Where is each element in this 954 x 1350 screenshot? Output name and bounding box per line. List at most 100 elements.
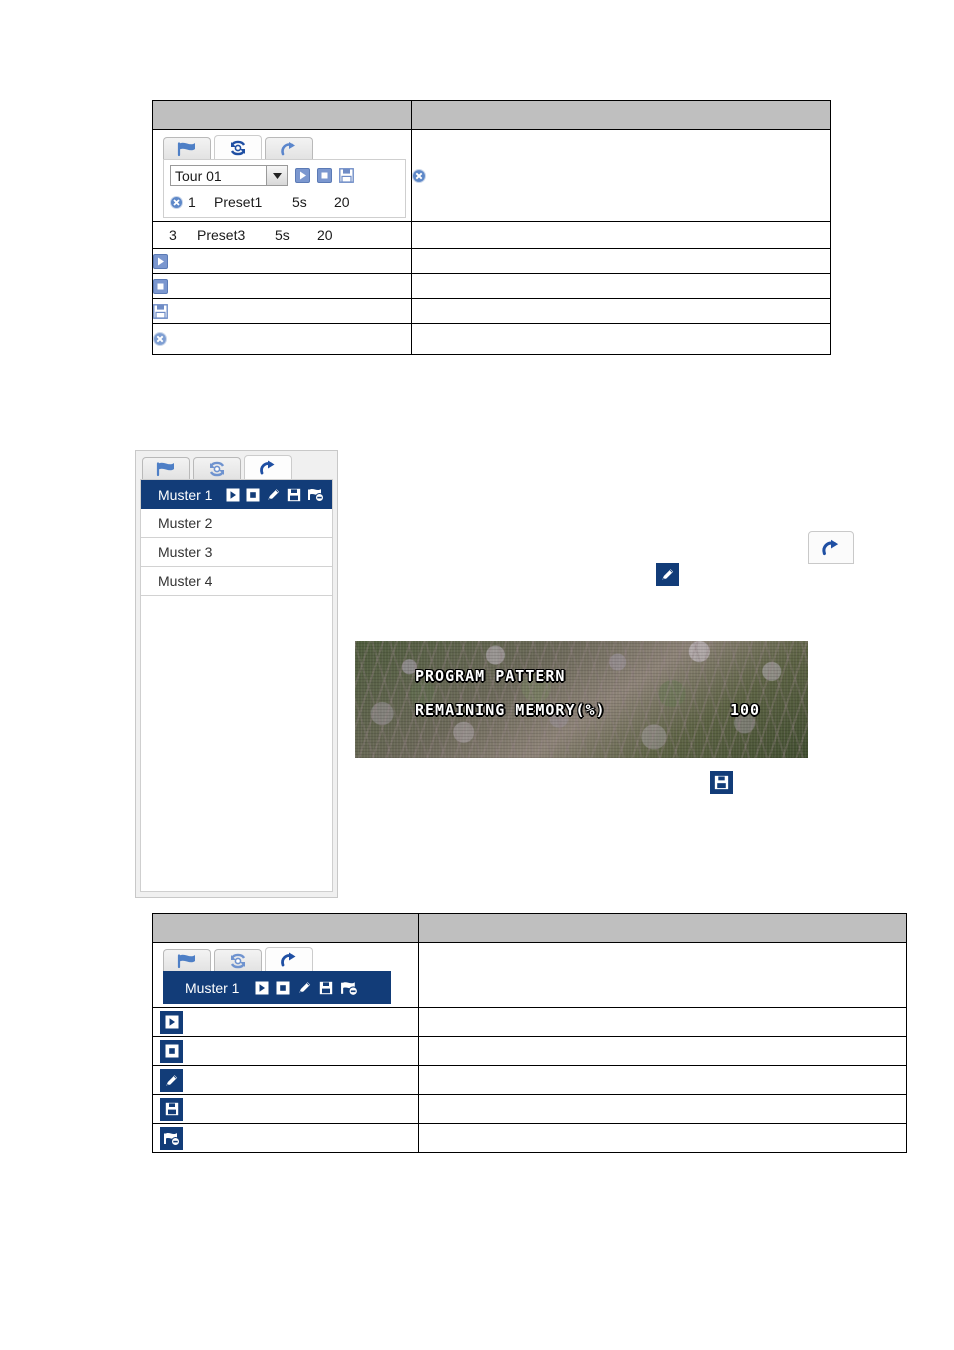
stop-icon[interactable] [246,488,260,502]
list-item-label: Muster 4 [158,573,213,589]
pattern-widget-cell: Muster 1 [152,942,419,1008]
pattern-arrow-icon [258,460,278,476]
save-icon-callout [710,771,733,794]
tab-strip [163,947,391,972]
flag-icon [176,141,198,157]
tour-cycle-icon [228,952,248,970]
play-icon[interactable] [255,981,269,995]
table-header-row [151,100,831,130]
pattern-reference-table: Muster 1 [152,913,907,1153]
icon-cell-play [151,248,413,274]
tour-cycle-icon [207,460,227,478]
description-cell [411,298,831,324]
edit-icon[interactable] [297,980,312,995]
tour-tab[interactable] [193,457,241,480]
icon-cell-save [152,1094,419,1124]
icon-cell-play [152,1007,419,1037]
tab-strip [163,134,406,160]
description-cell [411,129,831,222]
table-header-row [152,913,907,943]
list-item[interactable]: 1 Preset1 5s 20 [170,191,399,213]
save-icon[interactable] [319,981,333,995]
pattern-arrow-icon [279,141,299,157]
stop-icon[interactable] [276,981,290,995]
list-item-dwell: 5s [275,227,290,243]
tour-cycle-icon [228,139,248,157]
pattern-item-actions [226,487,325,502]
list-item-index: 1 [188,194,196,210]
play-icon[interactable] [295,168,310,183]
delete-pattern-icon[interactable] [340,980,359,996]
description-cell [418,1094,907,1124]
icon-cell-stop [151,273,413,299]
list-item[interactable]: Muster 1 [163,971,391,1004]
pattern-arrow-icon [279,952,299,968]
description-cell [418,1036,907,1066]
table-row: Tour 01 1 Preset1 5s 20 [151,129,831,222]
edit-icon-callout [656,563,679,586]
pattern-widget: Muster 1 [163,947,391,1007]
delete-pattern-icon [160,1126,183,1150]
header-cell-element [152,913,419,943]
tour-widget-cell: Tour 01 1 Preset1 5s 20 [151,129,413,222]
preset-tab[interactable] [163,949,211,972]
preset-tab[interactable] [163,137,211,160]
tour-select-value: Tour 01 [175,167,222,184]
list-item[interactable]: Muster 4 [141,567,332,596]
pattern-tab[interactable] [265,947,313,972]
list-item[interactable]: Muster 2 [141,509,332,538]
delete-pattern-icon[interactable] [307,487,325,502]
table-row [151,273,831,299]
header-cell-description [418,913,907,943]
play-icon[interactable] [226,488,240,502]
list-item[interactable]: Muster 3 [141,538,332,567]
tour-preset-list: 1 Preset1 5s 20 [170,191,399,213]
save-icon[interactable] [287,488,301,502]
pattern-item-actions [255,980,359,996]
edit-icon [160,1068,183,1092]
table-row [151,323,831,355]
list-item-preset: Preset1 [214,194,263,210]
tour-tab[interactable] [214,949,262,972]
description-cell [411,248,831,274]
description-cell [418,942,907,1008]
description-cell [418,1123,907,1153]
list-item-label: Muster 1 [185,979,240,996]
pattern-tab[interactable] [265,137,313,160]
list-item[interactable]: 3 Preset3 5s 20 [153,222,411,248]
preset-tab[interactable] [142,457,190,480]
tour-controls-row: Tour 01 [170,165,399,186]
stop-icon[interactable] [317,168,332,183]
flag-icon [176,953,198,969]
table-row [152,1036,907,1066]
edit-icon[interactable] [266,487,281,502]
flag-icon [155,461,177,477]
icon-cell-stop [152,1036,419,1066]
save-icon[interactable] [339,168,354,183]
description-cell [418,1007,907,1037]
tour-tab[interactable] [214,135,262,160]
table-row: Muster 1 [152,942,907,1008]
icon-cell-delete [151,323,413,355]
pattern-panel: Muster 1 Muster 2 Muster 3 Muster 4 [135,450,338,898]
list-item-preset: Preset3 [197,227,246,243]
pattern-tab[interactable] [244,455,292,480]
tour-select[interactable]: Tour 01 [170,165,288,186]
icon-cell-save [151,298,413,324]
play-icon [160,1010,183,1034]
chevron-down-icon[interactable] [266,166,287,185]
list-item[interactable]: Muster 1 [141,480,332,509]
tour-reference-table: Tour 01 1 Preset1 5s 20 3 Preset3 5s 20 [151,100,831,355]
save-icon [160,1097,183,1121]
list-item-label: Muster 1 [158,486,213,503]
save-icon [153,303,411,319]
save-icon [714,775,729,790]
tour-widget: Tour 01 1 Preset1 5s 20 [163,134,406,219]
osd-memory-value: 100 [730,701,761,719]
description-cell [418,1065,907,1095]
pattern-arrow-icon [820,539,842,557]
table-row [152,1094,907,1124]
delete-icon[interactable] [170,195,188,209]
stop-icon [153,278,411,294]
description-cell [411,221,831,249]
